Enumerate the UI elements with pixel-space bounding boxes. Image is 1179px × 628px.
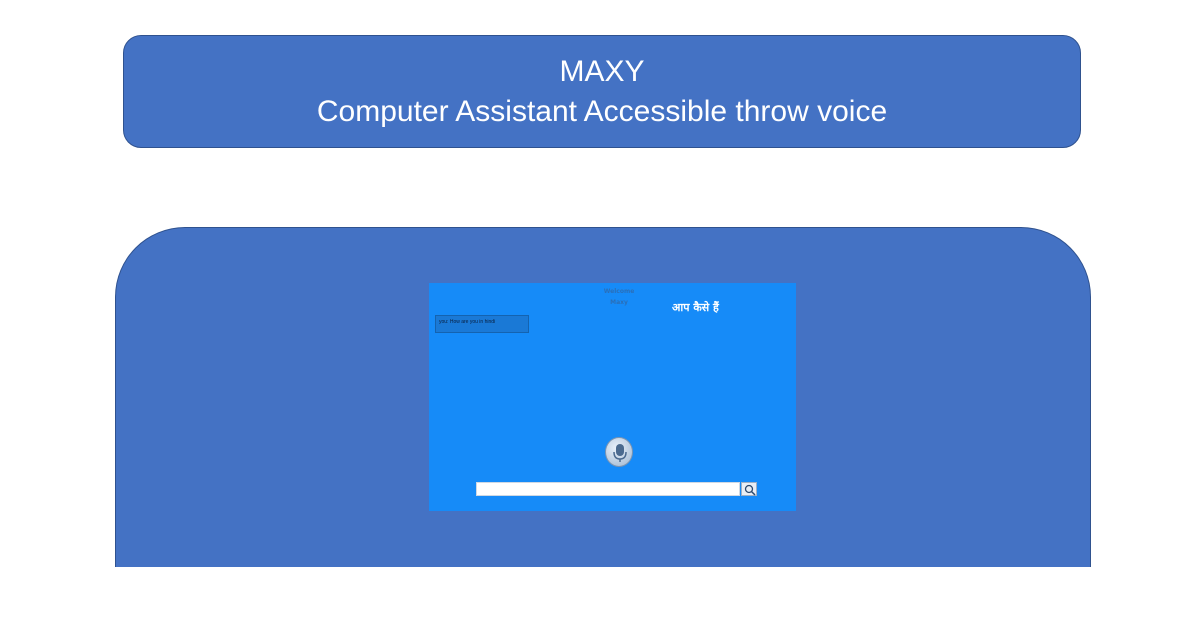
microphone-button[interactable]: [605, 437, 633, 467]
chat-message: you: How are you in hindi: [435, 315, 529, 333]
page-title: MAXY: [559, 54, 645, 88]
title-box: MAXY Computer Assistant Accessible throw…: [123, 35, 1081, 148]
assistant-name: Maxy: [610, 299, 628, 306]
search-button[interactable]: [741, 482, 757, 496]
search-icon: [744, 484, 756, 496]
app-window: Welcome Maxy आप कैसे हैं you: How are yo…: [429, 283, 796, 511]
welcome-label: Welcome: [603, 288, 635, 295]
command-input[interactable]: [476, 482, 740, 496]
slide: MAXY Computer Assistant Accessible throw…: [0, 0, 1179, 628]
page-subtitle: Computer Assistant Accessible throw voic…: [316, 94, 888, 128]
welcome-heading: Welcome Maxy: [579, 286, 659, 308]
assistant-response: आप कैसे हैं: [672, 301, 719, 314]
microphone-icon: [613, 444, 627, 462]
